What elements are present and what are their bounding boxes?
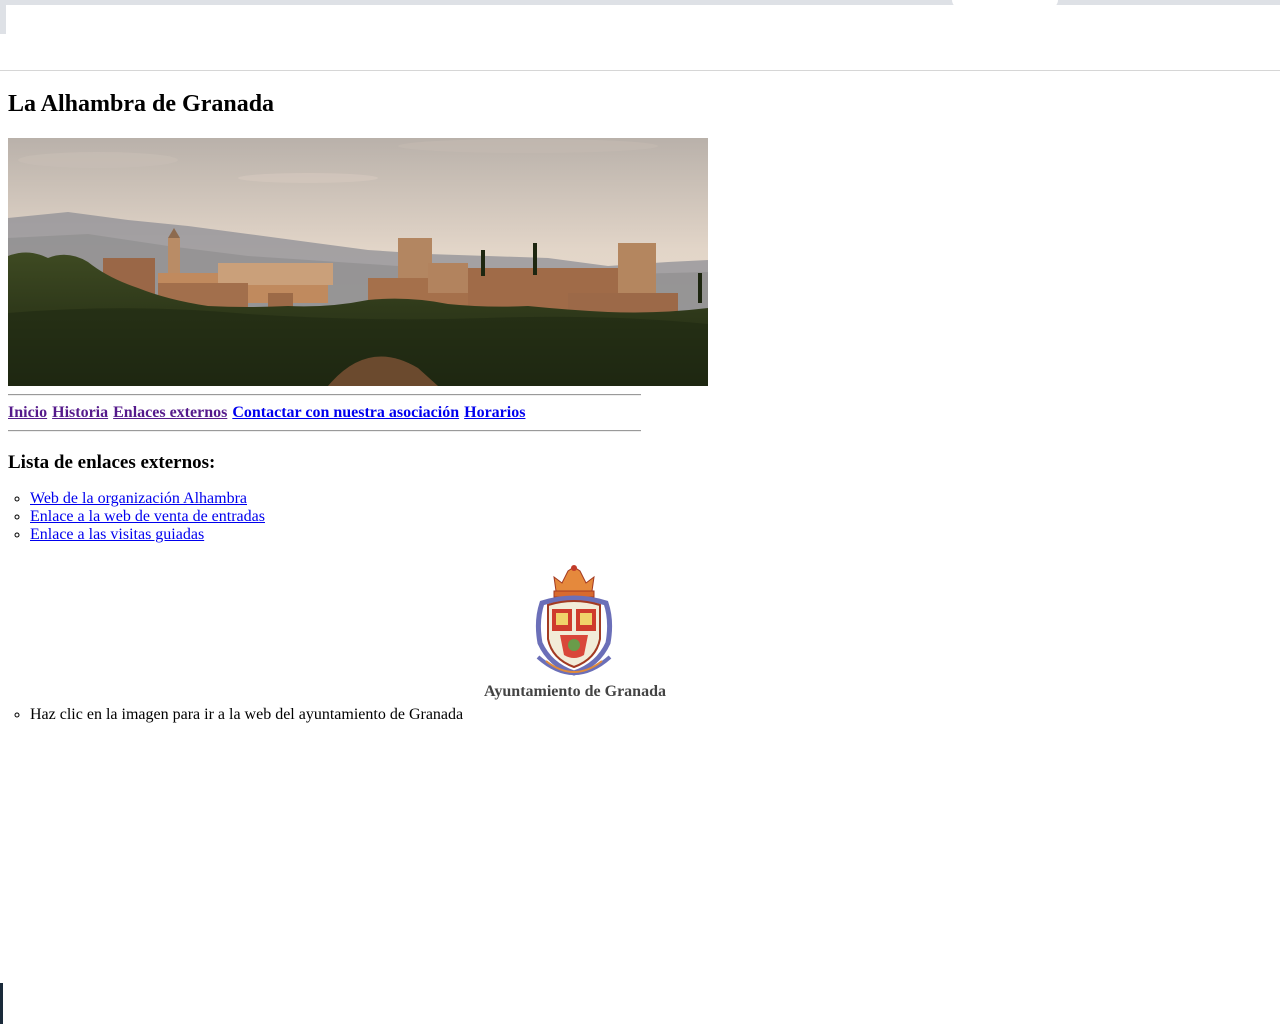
nav-bottom-divider	[8, 430, 641, 432]
browser-tab-edge	[0, 0, 6, 34]
window-edge-mark	[0, 983, 3, 1024]
granada-coat-of-arms-icon	[535, 565, 613, 676]
nav-link-horarios[interactable]: Horarios	[464, 404, 525, 421]
list-item: Enlace a las visitas guiadas	[30, 526, 265, 544]
crest-note-list: Haz clic en la imagen para ir a la web d…	[30, 706, 463, 724]
nav-link-inicio[interactable]: Inicio	[8, 404, 47, 421]
alhambra-organization-link[interactable]: Web de la organización Alhambra	[30, 490, 247, 507]
browser-tab-strip	[0, 0, 1280, 5]
alhambra-banner-image	[8, 138, 708, 386]
browser-chrome	[0, 0, 1280, 71]
nav-link-contactar[interactable]: Contactar con nuestra asociación	[232, 404, 459, 421]
page-title: La Alhambra de Granada	[8, 91, 275, 117]
list-item: Web de la organización Alhambra	[30, 490, 265, 508]
ayuntamiento-crest-link[interactable]: Ayuntamiento de Granada	[480, 565, 670, 705]
nav-link-enlaces-externos[interactable]: Enlaces externos	[113, 404, 227, 421]
crest-instruction-text: Haz clic en la imagen para ir a la web d…	[30, 706, 463, 724]
ticket-sales-link[interactable]: Enlace a la web de venta de entradas	[30, 508, 265, 525]
browser-active-tab[interactable]	[952, 0, 1058, 8]
list-item: Enlace a la web de venta de entradas	[30, 508, 265, 526]
main-nav: Inicio Historia Enlaces externos Contact…	[8, 403, 526, 423]
external-links-list: Web de la organización Alhambra Enlace a…	[30, 490, 265, 544]
crest-caption: Ayuntamiento de Granada	[484, 683, 666, 700]
nav-top-divider	[8, 394, 641, 396]
links-section-heading: Lista de enlaces externos:	[8, 452, 216, 473]
nav-link-historia[interactable]: Historia	[52, 404, 108, 421]
guided-tours-link[interactable]: Enlace a las visitas guiadas	[30, 526, 204, 543]
